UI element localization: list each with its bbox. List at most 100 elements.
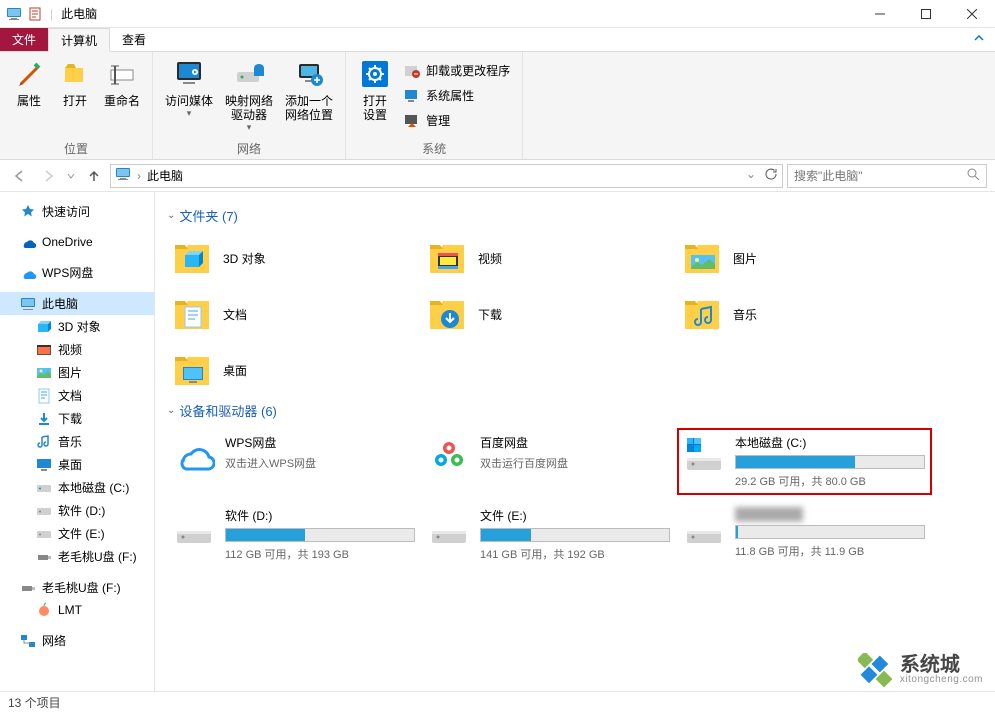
close-button[interactable]: [949, 0, 995, 28]
nav-lmt[interactable]: LMT: [0, 599, 154, 621]
folder-item[interactable]: 桌面: [167, 345, 422, 395]
nav-sub-icon: [36, 365, 52, 381]
nav-sub-item[interactable]: 下载: [0, 407, 154, 430]
folder-item[interactable]: 3D 对象: [167, 233, 422, 283]
disk-drive-icon: [173, 507, 215, 549]
ribbon-properties[interactable]: 属性: [8, 56, 50, 110]
folder-icon: [171, 237, 213, 279]
breadcrumb-sep-icon: ›: [137, 169, 141, 183]
watermark: 系统城 xitongcheng.com: [858, 653, 983, 687]
nav-up-button[interactable]: [82, 164, 106, 188]
folder-item[interactable]: 视频: [422, 233, 677, 283]
nav-sub-icon: [36, 319, 52, 335]
nav-back-button[interactable]: [8, 164, 32, 188]
nav-network[interactable]: 网络: [0, 629, 154, 652]
folder-icon: [426, 293, 468, 335]
folder-icon: [426, 237, 468, 279]
cloud-icon: [20, 265, 36, 281]
disk-drive-item[interactable]: ████████ 11.8 GB 可用，共 11.9 GB: [677, 501, 932, 568]
nav-onedrive[interactable]: OneDrive: [0, 231, 154, 253]
cloud-drive-icon: [173, 434, 215, 476]
maximize-button[interactable]: [903, 0, 949, 28]
addr-dropdown-icon[interactable]: ⌄: [740, 167, 762, 184]
tab-file[interactable]: 文件: [0, 28, 48, 51]
cloud-drive-item[interactable]: 百度网盘双击运行百度网盘: [422, 428, 677, 495]
search-box[interactable]: 搜索"此电脑": [787, 164, 987, 188]
nav-sub-item[interactable]: 3D 对象: [0, 315, 154, 338]
cloud-drive-item[interactable]: WPS网盘双击进入WPS网盘: [167, 428, 422, 495]
search-placeholder: 搜索"此电脑": [794, 167, 966, 184]
disk-drive-item[interactable]: 软件 (D:) 112 GB 可用，共 193 GB: [167, 501, 422, 568]
refresh-icon[interactable]: [764, 167, 778, 184]
disk-drive-icon: [428, 507, 470, 549]
nav-sub-icon: [36, 503, 52, 519]
nav-sub-item[interactable]: 本地磁盘 (C:): [0, 476, 154, 499]
nav-sub-icon: [36, 434, 52, 450]
nav-sub-item[interactable]: 老毛桃U盘 (F:): [0, 545, 154, 568]
nav-history-dropdown[interactable]: [64, 164, 78, 188]
nav-sub-icon: [36, 526, 52, 542]
qa-properties-icon[interactable]: [28, 6, 44, 22]
ribbon-uninstall[interactable]: 卸载或更改程序: [400, 60, 514, 81]
onedrive-icon: [20, 234, 36, 250]
nav-quick-access[interactable]: 快速访问: [0, 200, 154, 223]
nav-this-pc[interactable]: 此电脑: [0, 292, 154, 315]
section-folders-header[interactable]: ⌄ 文件夹 (7): [167, 206, 983, 225]
search-icon[interactable]: [966, 167, 980, 184]
ribbon-manage[interactable]: 管理: [400, 110, 514, 131]
chevron-down-icon: ⌄: [167, 210, 175, 221]
section-drives-header[interactable]: ⌄ 设备和驱动器 (6): [167, 401, 983, 420]
ribbon-group-network: 访问媒体 ▾ 映射网络 驱动器 ▾ 添加一个 网络位置 网络: [153, 52, 346, 159]
ribbon-collapse-icon[interactable]: [973, 32, 985, 47]
nav-sub-icon: [36, 549, 52, 565]
drive-usage-bar: [735, 455, 925, 469]
qa-separator: |: [50, 7, 53, 21]
status-item-count: 13 个项目: [8, 694, 61, 711]
titlebar: | 此电脑: [0, 0, 995, 28]
disk-drive-item[interactable]: 文件 (E:) 141 GB 可用，共 192 GB: [422, 501, 677, 568]
status-bar: 13 个项目: [0, 691, 995, 713]
nav-lmt-usb[interactable]: 老毛桃U盘 (F:): [0, 576, 154, 599]
disk-drive-icon: [683, 434, 725, 476]
ribbon-tabs: 文件 计算机 查看: [0, 28, 995, 52]
ribbon-map-drive[interactable]: 映射网络 驱动器 ▾: [221, 56, 277, 135]
window-title: 此电脑: [61, 5, 97, 22]
cloud-drive-icon: [428, 434, 470, 476]
folder-item[interactable]: 音乐: [677, 289, 932, 339]
ribbon-open-settings[interactable]: 打开 设置: [354, 56, 396, 124]
ribbon-access-media[interactable]: 访问媒体 ▾: [161, 56, 217, 121]
tab-computer[interactable]: 计算机: [48, 28, 110, 52]
ribbon: 属性 打开 重命名 位置 访问媒体 ▾ 映射网络 驱动器 ▾: [0, 52, 995, 160]
disk-drive-item[interactable]: 本地磁盘 (C:) 29.2 GB 可用，共 80.0 GB: [677, 428, 932, 495]
ribbon-open[interactable]: 打开: [54, 56, 96, 110]
folder-item[interactable]: 图片: [677, 233, 932, 283]
nav-sub-item[interactable]: 文档: [0, 384, 154, 407]
star-icon: [20, 204, 36, 220]
breadcrumb-location[interactable]: 此电脑: [147, 167, 183, 184]
nav-wps[interactable]: WPS网盘: [0, 261, 154, 284]
folder-item[interactable]: 下载: [422, 289, 677, 339]
ribbon-rename[interactable]: 重命名: [100, 56, 144, 110]
folder-item[interactable]: 文档: [167, 289, 422, 339]
nav-sub-item[interactable]: 视频: [0, 338, 154, 361]
ribbon-add-location[interactable]: 添加一个 网络位置: [281, 56, 337, 124]
folder-icon: [681, 293, 723, 335]
disk-drive-icon: [683, 507, 725, 549]
tab-view[interactable]: 查看: [110, 28, 158, 51]
nav-sub-item[interactable]: 软件 (D:): [0, 499, 154, 522]
nav-sub-icon: [36, 342, 52, 358]
nav-sub-item[interactable]: 图片: [0, 361, 154, 384]
nav-sub-item[interactable]: 桌面: [0, 453, 154, 476]
nav-sub-item[interactable]: 音乐: [0, 430, 154, 453]
navigation-pane: 快速访问 OneDrive WPS网盘 此电脑 3D 对象视频图片文档下载音乐桌…: [0, 192, 155, 691]
ribbon-sys-props[interactable]: 系统属性: [400, 85, 514, 106]
nav-sub-item[interactable]: 文件 (E:): [0, 522, 154, 545]
nav-sub-icon: [36, 457, 52, 473]
minimize-button[interactable]: [857, 0, 903, 28]
watermark-logo-icon: [858, 653, 892, 687]
address-bar-row: › 此电脑 ⌄ 搜索"此电脑": [0, 160, 995, 192]
nav-forward-button[interactable]: [36, 164, 60, 188]
network-icon: [20, 633, 36, 649]
this-pc-icon: [6, 6, 22, 22]
address-bar[interactable]: › 此电脑 ⌄: [110, 164, 783, 188]
